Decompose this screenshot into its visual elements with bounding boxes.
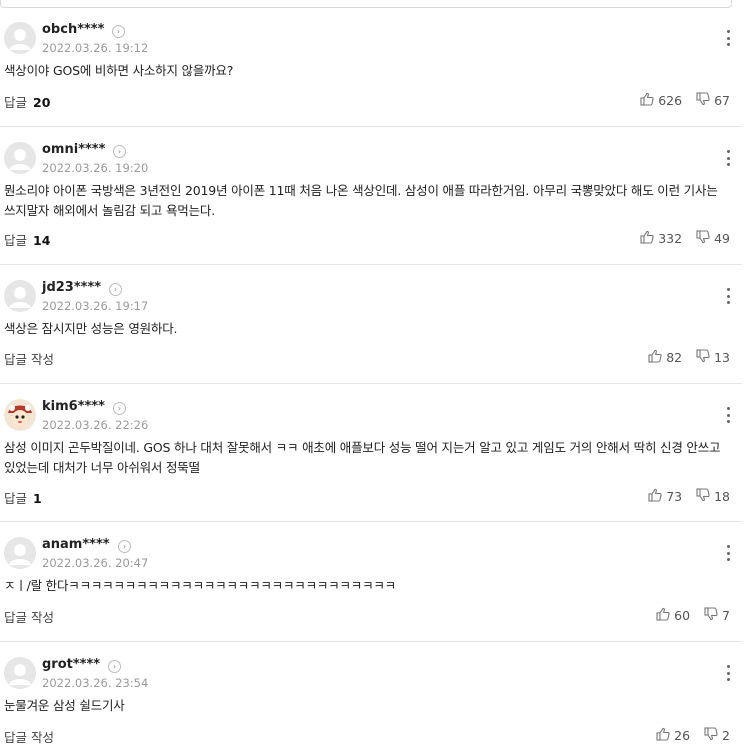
commenter-nickname[interactable]: grot**** (42, 657, 100, 672)
thumbs-up-icon (640, 230, 658, 247)
commenter-nickname[interactable]: omni**** (42, 142, 105, 157)
more-options-icon[interactable] (724, 288, 732, 304)
comment-text: 삼성 이미지 곤두박질이네. GOS 하나 대처 잘못해서 ㅋㅋ 애초에 애플보… (4, 440, 721, 475)
avatar[interactable] (4, 399, 36, 431)
more-options-icon[interactable] (724, 150, 732, 166)
reply-label: 답글 작성 (4, 352, 54, 367)
more-options-icon[interactable] (724, 407, 732, 423)
reply-count: 14 (33, 233, 51, 248)
commenter-nickname[interactable]: kim6**** (42, 399, 105, 414)
vote-area: 332 49 (626, 230, 730, 247)
like-button[interactable]: 26 (656, 727, 690, 744)
comment-divider (0, 641, 742, 642)
reply-count: 20 (33, 95, 51, 110)
reply-button[interactable]: 답글 1 (4, 488, 42, 507)
reply-button[interactable]: 답글 작성 (4, 607, 54, 626)
like-button[interactable]: 82 (648, 349, 682, 366)
dislike-count: 13 (714, 350, 730, 365)
thumbs-up-icon (640, 92, 658, 109)
vote-area: 73 18 (634, 488, 730, 505)
commenter-nickname[interactable]: anam**** (42, 537, 110, 552)
chevron-right-icon[interactable]: › (108, 660, 121, 673)
like-count: 332 (658, 231, 683, 246)
chevron-right-icon[interactable]: › (112, 25, 125, 38)
like-button[interactable]: 73 (648, 488, 682, 505)
reply-label: 답글 작성 (4, 610, 54, 625)
comment-text: 뭔소리야 아이폰 국방색은 3년전인 2019년 아이폰 11때 처음 나온 색… (4, 183, 718, 218)
comment-date: 2022.03.26. 22:26 (42, 418, 149, 432)
like-count: 73 (666, 489, 683, 504)
reply-button[interactable]: 답글 20 (4, 92, 50, 111)
dislike-count: 7 (722, 608, 730, 623)
reply-button[interactable]: 답글 작성 (4, 349, 54, 368)
comment-text: 색상이야 GOS에 비하면 사소하지 않을까요? (4, 63, 234, 78)
dislike-count: 18 (714, 489, 730, 504)
thumbs-down-icon (704, 607, 722, 624)
comment-text: ㅈㅣ/랄 한다ㅋㅋㅋㅋㅋㅋㅋㅋㅋㅋㅋㅋㅋㅋㅋㅋㅋㅋㅋㅋㅋㅋㅋㅋㅋㅋㅋㅋㅋ (4, 578, 396, 593)
like-count: 82 (666, 350, 683, 365)
thumbs-up-icon (656, 607, 674, 624)
chevron-right-icon[interactable]: › (113, 402, 126, 415)
thumbs-down-icon (704, 727, 722, 744)
vote-area: 82 13 (634, 349, 730, 366)
vote-area: 26 2 (642, 727, 730, 744)
thumbs-down-icon (696, 230, 714, 247)
chevron-right-icon[interactable]: › (113, 145, 126, 158)
vote-area: 626 67 (626, 92, 730, 109)
reply-count: 1 (33, 491, 42, 506)
avatar[interactable] (4, 142, 36, 174)
reply-button[interactable]: 답글 14 (4, 230, 50, 249)
comment-divider (0, 126, 742, 127)
more-options-icon[interactable] (724, 545, 732, 561)
like-count: 626 (658, 93, 683, 108)
comment-text: 색상은 잠시지만 성능은 영원하다. (4, 321, 178, 336)
like-button[interactable]: 60 (656, 607, 690, 624)
comment-divider (0, 383, 742, 384)
avatar[interactable] (4, 657, 36, 689)
dislike-button[interactable]: 49 (696, 230, 730, 247)
reply-label: 답글 (4, 95, 28, 110)
chevron-right-icon[interactable]: › (109, 283, 122, 296)
chevron-right-icon[interactable]: › (118, 540, 131, 553)
comment-date: 2022.03.26. 19:17 (42, 299, 149, 313)
comment-date: 2022.03.26. 20:47 (42, 556, 149, 570)
comment-date: 2022.03.26. 19:20 (42, 161, 149, 175)
comment-date: 2022.03.26. 19:12 (42, 41, 149, 55)
comment-divider (0, 264, 742, 265)
thumbs-down-icon (696, 488, 714, 505)
comment-divider (0, 521, 742, 522)
dislike-button[interactable]: 13 (696, 349, 730, 366)
thumbs-down-icon (696, 92, 714, 109)
dislike-button[interactable]: 67 (696, 92, 730, 109)
thumbs-up-icon (648, 488, 666, 505)
comment-text: 눈물겨운 삼성 쉴드기사 (4, 698, 125, 713)
more-options-icon[interactable] (724, 665, 732, 681)
commenter-nickname[interactable]: obch**** (42, 22, 104, 37)
thumbs-up-icon (648, 349, 666, 366)
vote-area: 60 7 (642, 607, 730, 624)
avatar[interactable] (4, 537, 36, 569)
like-count: 26 (674, 728, 691, 743)
commenter-nickname[interactable]: jd23**** (42, 280, 101, 295)
avatar[interactable] (4, 22, 36, 54)
like-count: 60 (674, 608, 691, 623)
thumbs-up-icon (656, 727, 674, 744)
like-button[interactable]: 626 (640, 92, 682, 109)
previous-box-edge (0, 0, 732, 8)
more-options-icon[interactable] (724, 30, 732, 46)
avatar[interactable] (4, 280, 36, 312)
reply-label: 답글 작성 (4, 730, 54, 745)
reply-label: 답글 (4, 233, 28, 248)
reply-label: 답글 (4, 491, 28, 506)
dislike-button[interactable]: 18 (696, 488, 730, 505)
dislike-button[interactable]: 7 (704, 607, 730, 624)
dislike-count: 49 (714, 231, 730, 246)
dislike-button[interactable]: 2 (704, 727, 730, 744)
reply-button[interactable]: 답글 작성 (4, 727, 54, 746)
like-button[interactable]: 332 (640, 230, 682, 247)
comment-date: 2022.03.26. 23:54 (42, 676, 149, 690)
dislike-count: 67 (714, 93, 730, 108)
dislike-count: 2 (722, 728, 730, 743)
thumbs-down-icon (696, 349, 714, 366)
